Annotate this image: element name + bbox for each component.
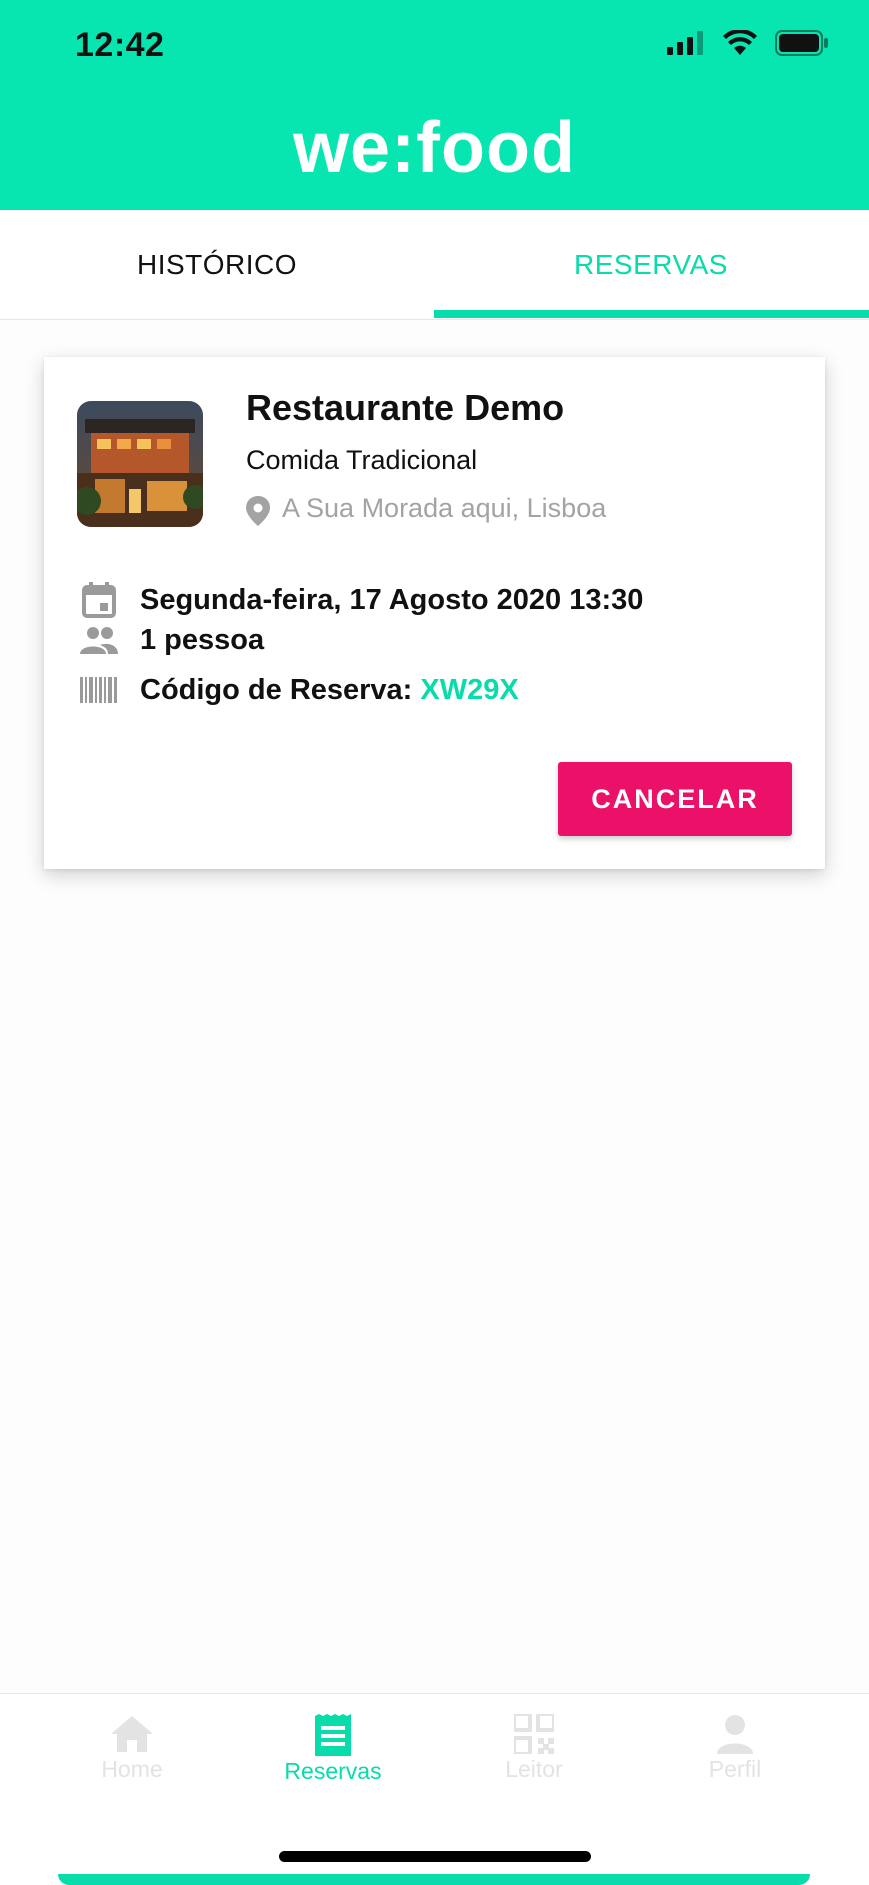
cellular-signal-icon (667, 31, 703, 55)
reservation-datetime: Segunda-feira, 17 Agosto 2020 13:30 (140, 583, 644, 616)
home-icon (111, 1716, 153, 1752)
status-time: 12:42 (75, 26, 165, 64)
nav-home[interactable]: Home (52, 1714, 212, 1783)
code-row: Código de Reserva: XW29X (80, 671, 519, 709)
restaurant-thumbnail (77, 401, 203, 527)
active-tab-indicator (434, 310, 869, 318)
profile-icon (717, 1715, 753, 1754)
nav-home-label: Home (101, 1756, 163, 1782)
reservation-card: Restaurante Demo Comida Tradicional A Su… (44, 357, 825, 869)
battery-icon (775, 30, 828, 56)
tab-historico[interactable]: HISTÓRICO (0, 210, 434, 320)
reservation-code: Código de Reserva: XW29X (140, 674, 519, 707)
home-indicator (279, 1851, 591, 1862)
people-row: 1 pessoa (80, 621, 264, 659)
nav-leitor[interactable]: Leitor (454, 1714, 614, 1783)
reservation-people: 1 pessoa (140, 623, 265, 656)
nav-reservas-label: Reservas (284, 1758, 382, 1784)
qr-code-icon (514, 1714, 554, 1754)
nav-perfil-label: Perfil (708, 1756, 762, 1782)
restaurant-address: A Sua Morada aqui, Lisboa (282, 493, 607, 523)
app-logo: we:food (293, 108, 576, 188)
nav-leitor-label: Leitor (505, 1756, 563, 1782)
location-pin-icon (246, 496, 270, 526)
wifi-icon (723, 30, 757, 55)
calendar-icon (80, 581, 118, 619)
restaurant-type: Comida Tradicional (246, 445, 478, 475)
cancel-reservation-button[interactable]: CANCELAR (558, 762, 792, 836)
reservation-code-label: Código de Reserva: (140, 673, 413, 706)
bottom-accent-strip (58, 1874, 810, 1885)
reservations-icon (315, 1714, 351, 1756)
reservation-code-value: XW29X (420, 673, 519, 706)
app-header: 12:42 we:food (0, 0, 869, 210)
nav-perfil[interactable]: Perfil (655, 1714, 815, 1783)
tab-bar: HISTÓRICO RESERVAS (0, 210, 869, 320)
barcode-icon (80, 671, 118, 709)
restaurant-name: Restaurante Demo (246, 387, 565, 428)
nav-reservas[interactable]: Reservas (253, 1714, 413, 1785)
status-icons (667, 30, 829, 56)
datetime-row: Segunda-feira, 17 Agosto 2020 13:30 (80, 581, 643, 619)
people-icon (80, 621, 118, 659)
tab-reservas[interactable]: RESERVAS (434, 210, 868, 320)
